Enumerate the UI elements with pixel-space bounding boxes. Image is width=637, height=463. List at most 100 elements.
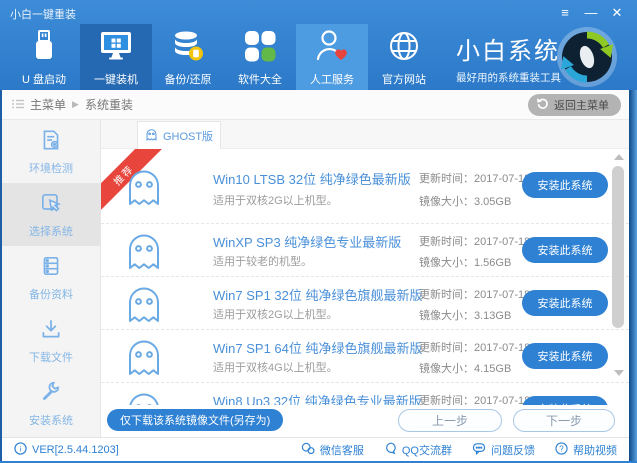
sidebar-step-install-system[interactable]: 安装系统 — [2, 372, 100, 435]
minimize-icon[interactable]: — — [583, 5, 599, 21]
menu-icon[interactable]: ≡ — [557, 5, 573, 21]
brand-name: 小白系统 — [456, 38, 560, 65]
next-step-button[interactable]: 下一步 — [513, 409, 615, 432]
system-name[interactable]: Win7 SP1 64位 纯净绿色旗舰最新版 — [213, 338, 423, 357]
install-system-button[interactable]: 安装此系统 — [522, 396, 608, 405]
system-updated: 更新时间：2017-07-18 — [419, 236, 531, 248]
tab-label: GHOST版 — [162, 130, 214, 143]
feedback-link[interactable]: 问题反馈 — [472, 442, 535, 458]
brand-block: 小白系统 最好用的系统重装工具 — [456, 31, 561, 85]
system-row-winxp: WinXP SP3 纯净绿色专业最新版 适用于较老的机型。 更新时间：2017-… — [101, 224, 629, 277]
status-link-label: 问题反馈 — [491, 444, 535, 457]
ghost-icon — [125, 390, 163, 405]
sidebar-step-label: 选择系统 — [29, 225, 73, 238]
system-name[interactable]: Win8 Up3 32位 纯净绿色专业最新版 — [213, 391, 422, 405]
scrollbar — [612, 154, 625, 376]
qq-icon — [384, 442, 397, 458]
sidebar-step-label: 下载文件 — [29, 351, 73, 364]
breadcrumb-separator-icon: ▶ — [72, 99, 79, 109]
version-label: VER[2.5.44.1203] — [32, 443, 119, 456]
window-controls: ≡ — ✕ — [557, 5, 625, 21]
close-icon[interactable]: ✕ — [609, 5, 625, 21]
qq-group-link[interactable]: QQ交流群 — [384, 442, 452, 458]
wechat-support-link[interactable]: 微信客服 — [301, 442, 364, 458]
nav-item-backup-restore[interactable]: 备份/还原 — [152, 24, 224, 90]
nav-item-usb-boot[interactable]: U 盘启动 — [8, 24, 80, 90]
sidebar-step-label: 备份资料 — [29, 288, 73, 301]
ghost-icon — [125, 231, 163, 276]
doc-gear-icon — [39, 128, 63, 155]
brand-tagline: 最好用的系统重装工具 — [456, 72, 561, 84]
nav-item-official-site[interactable]: 官方网站 — [368, 24, 440, 90]
version-info: i VER[2.5.44.1203] — [14, 441, 119, 458]
help-videos-link[interactable]: ? 帮助视频 — [555, 441, 617, 458]
system-name[interactable]: Win10 LTSB 32位 纯净绿色最新版 — [213, 169, 411, 188]
nav-label: 一键装机 — [94, 73, 138, 86]
scrollbar-thumb[interactable] — [612, 166, 624, 328]
breadcrumb-bar: 主菜单 ▶ 系统重装 返回主菜单 — [2, 90, 629, 120]
system-size: 镜像大小：1.56GB — [419, 257, 512, 269]
nav-label: U 盘启动 — [22, 73, 66, 86]
app-window: 小白一键重装 ≡ — ✕ U 盘启动 一键装机 备份/还原 软件大全 人工服务 … — [0, 0, 637, 463]
system-row-win8: Win8 Up3 32位 纯净绿色专业最新版 更新时间：2017-07-18 安… — [101, 383, 629, 405]
system-size: 镜像大小：3.05GB — [419, 196, 512, 208]
action-bar: 仅下载该系统镜像文件(另存为) 上一步 下一步 — [101, 405, 629, 437]
system-updated: 更新时间：2017-07-18 — [419, 395, 531, 405]
wrench-icon — [39, 380, 63, 407]
back-to-main-menu-button[interactable]: 返回主菜单 — [528, 94, 621, 116]
app-title: 小白一键重装 — [10, 9, 76, 21]
status-bar: i VER[2.5.44.1203] 微信客服 QQ交流群 问题反馈 ? 帮助视… — [2, 437, 629, 461]
system-name[interactable]: Win7 SP1 32位 纯净绿色旗舰最新版 — [213, 285, 423, 304]
system-size: 镜像大小：3.13GB — [419, 310, 512, 322]
sidebar-step-label: 环境检测 — [29, 162, 73, 175]
breadcrumb: 主菜单 ▶ 系统重装 — [12, 90, 133, 119]
status-link-label: QQ交流群 — [401, 444, 452, 457]
main-nav: U 盘启动 一键装机 备份/还原 软件大全 人工服务 官方网站 — [8, 24, 440, 90]
previous-step-button[interactable]: 上一步 — [398, 409, 502, 432]
ghost-icon — [125, 337, 163, 382]
system-updated: 更新时间：2017-07-18 — [419, 173, 531, 185]
system-description: 适用于双核2G以上机型。 — [213, 309, 338, 321]
apps-icon — [242, 28, 278, 67]
scroll-up-arrow-icon[interactable] — [614, 154, 624, 160]
sidebar-step-env-check[interactable]: 环境检测 — [2, 120, 100, 183]
svg-text:?: ? — [559, 444, 564, 453]
ghost-icon — [145, 128, 158, 144]
scroll-down-arrow-icon[interactable] — [614, 370, 624, 376]
window-border-right — [629, 90, 637, 463]
content-panel: GHOST版 推荐 Win10 LTSB 32位 纯净绿色最新版 适用于双核2G… — [101, 120, 629, 437]
nav-item-one-click-install[interactable]: 一键装机 — [80, 24, 152, 90]
install-system-button[interactable]: 安装此系统 — [522, 172, 608, 198]
install-system-button[interactable]: 安装此系统 — [522, 237, 608, 263]
install-system-button[interactable]: 安装此系统 — [522, 290, 608, 316]
back-arrow-icon — [536, 97, 549, 113]
sidebar-step-label: 安装系统 — [29, 414, 73, 427]
database-icon — [170, 28, 206, 67]
cursor-box-icon — [39, 191, 63, 218]
nav-label: 官方网站 — [382, 73, 426, 86]
status-links: 微信客服 QQ交流群 问题反馈 ? 帮助视频 — [301, 441, 617, 458]
system-list: 推荐 Win10 LTSB 32位 纯净绿色最新版 适用于双核2G以上机型。 更… — [101, 149, 629, 405]
system-name[interactable]: WinXP SP3 纯净绿色专业最新版 — [213, 232, 401, 251]
steps-sidebar: 环境检测 选择系统 备份资料 下载文件 安装系统 — [2, 120, 101, 437]
header: 小白一键重装 ≡ — ✕ U 盘启动 一键装机 备份/还原 软件大全 人工服务 … — [0, 0, 637, 90]
usb-icon — [26, 28, 62, 67]
nav-label: 备份/还原 — [164, 73, 212, 86]
svg-text:i: i — [20, 444, 22, 453]
back-button-label: 返回主菜单 — [554, 100, 609, 112]
monitor-icon — [98, 28, 134, 67]
sidebar-step-backup-data[interactable]: 备份资料 — [2, 246, 100, 309]
tab-ghost-edition[interactable]: GHOST版 — [137, 121, 221, 149]
nav-item-manual-service[interactable]: 人工服务 — [296, 24, 368, 90]
install-system-button[interactable]: 安装此系统 — [522, 343, 608, 369]
sidebar-step-download-files[interactable]: 下载文件 — [2, 309, 100, 372]
ghost-icon — [125, 167, 163, 212]
help-icon: ? — [555, 441, 568, 458]
breadcrumb-main-menu[interactable]: 主菜单 — [30, 96, 66, 113]
nav-item-software-collection[interactable]: 软件大全 — [224, 24, 296, 90]
tab-bar: GHOST版 — [101, 120, 629, 149]
window-border-left — [0, 90, 2, 463]
sidebar-step-select-system[interactable]: 选择系统 — [2, 183, 100, 246]
brand-logo-icon — [556, 26, 618, 88]
download-only-button[interactable]: 仅下载该系统镜像文件(另存为) — [107, 409, 284, 431]
